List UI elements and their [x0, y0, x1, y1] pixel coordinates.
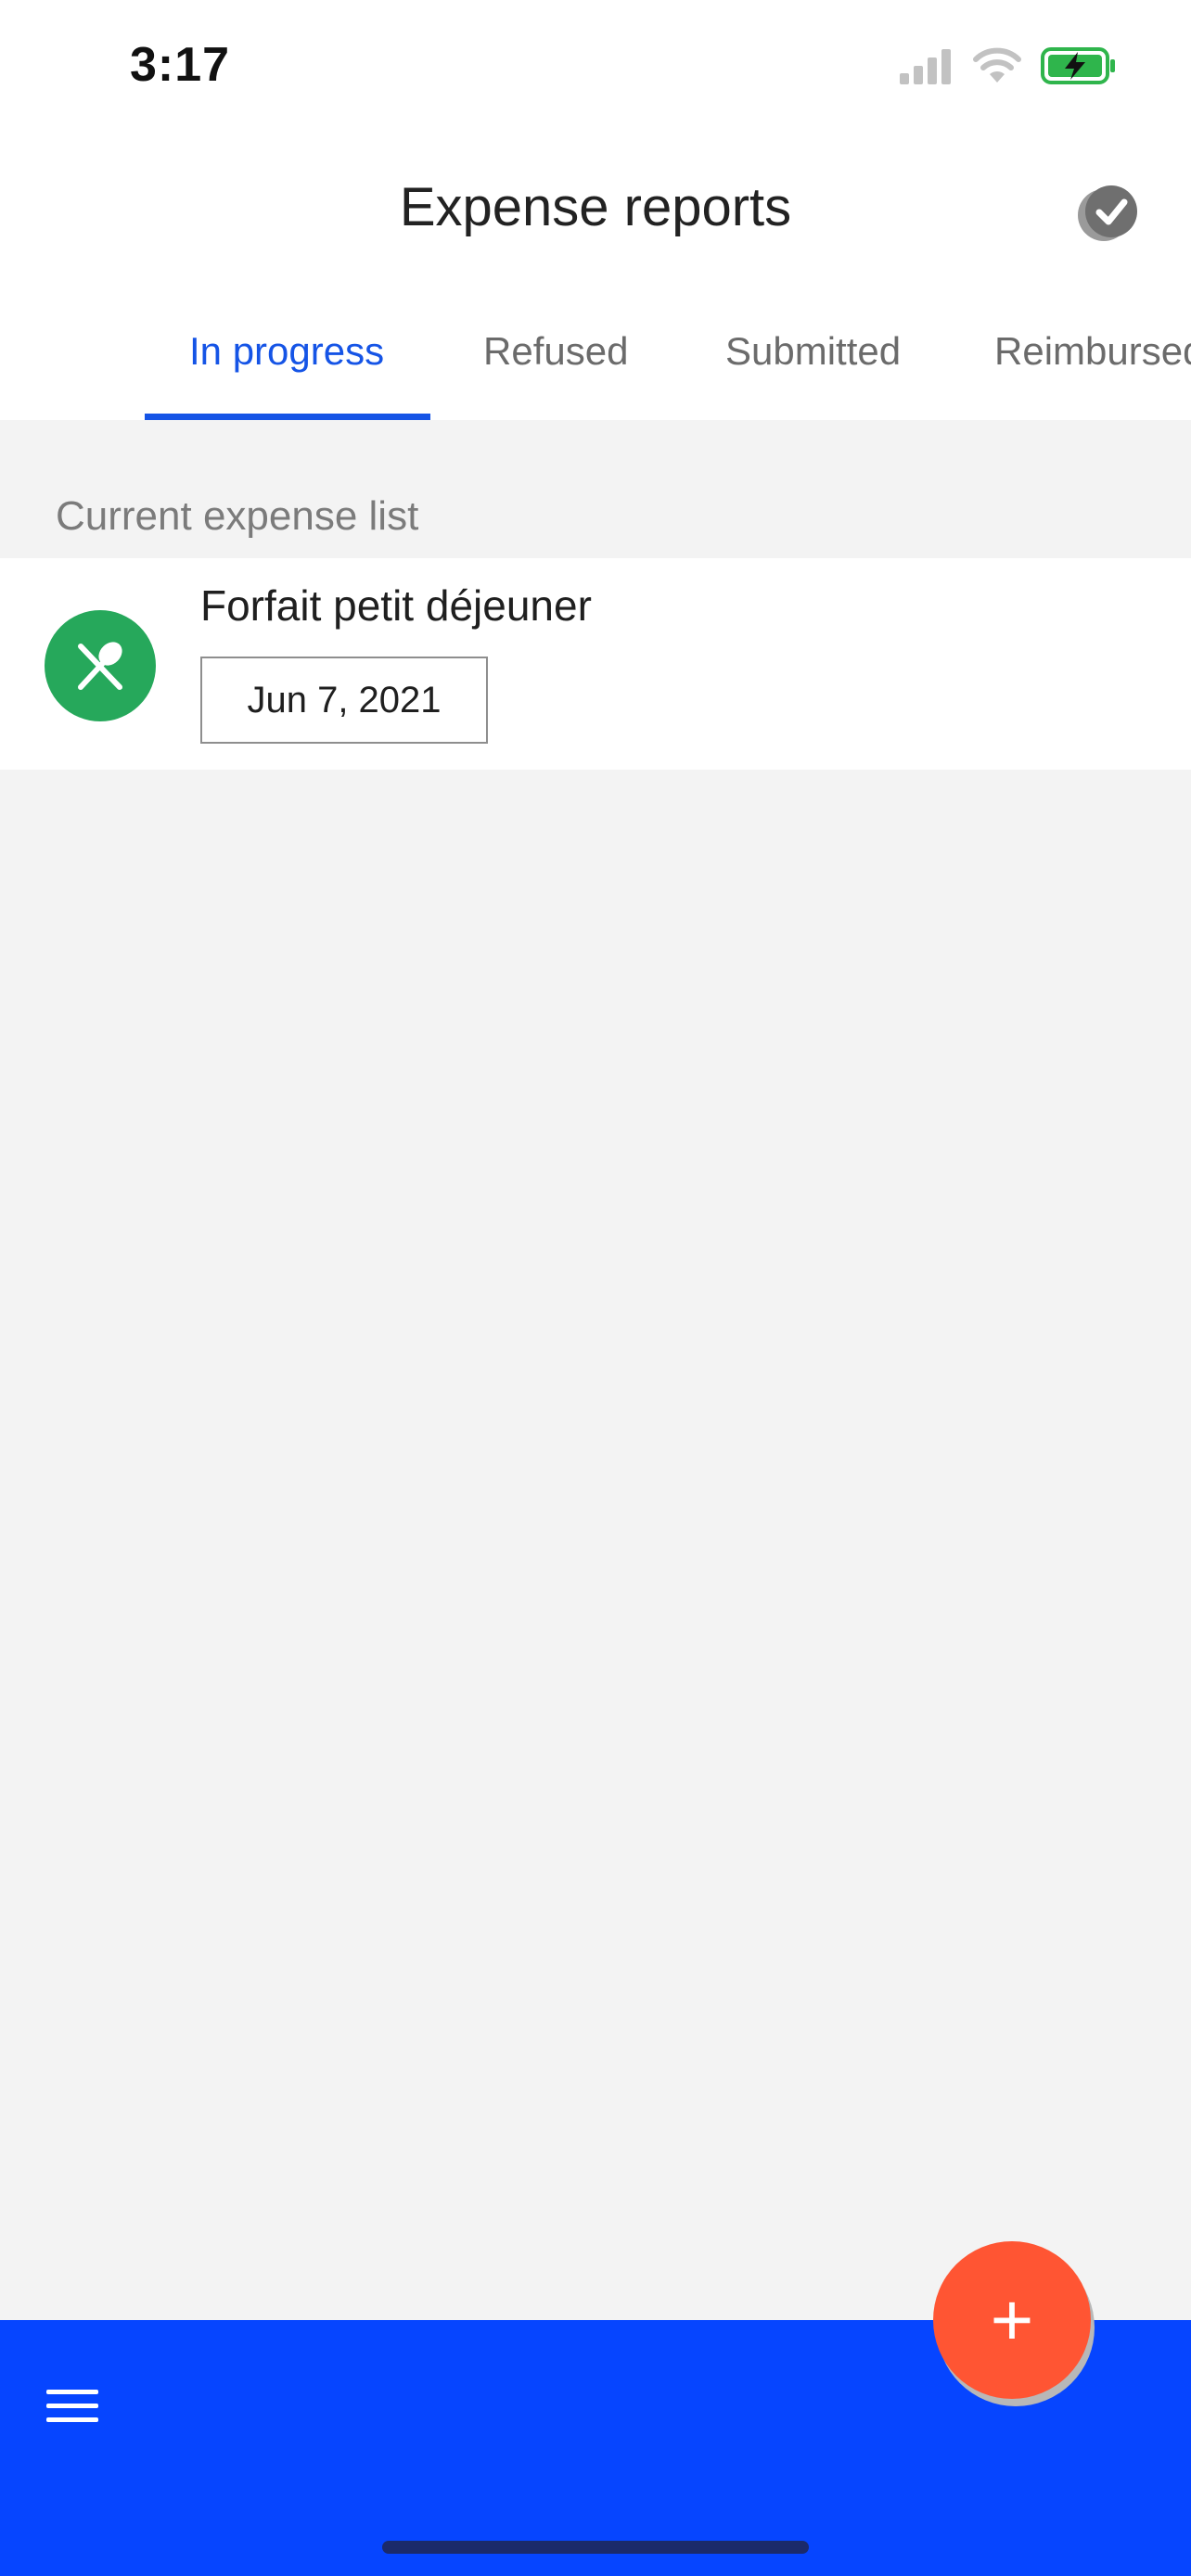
expense-date-chip: Jun 7, 2021	[200, 657, 488, 744]
status-time: 3:17	[130, 38, 231, 92]
expense-list-item[interactable]: Forfait petit déjeuner Jun 7, 2021	[0, 558, 1191, 770]
check-circle-icon	[1078, 185, 1137, 241]
tab-submitted[interactable]: Submitted	[725, 329, 901, 374]
status-icons	[898, 46, 1117, 85]
top-area: 3:17 Expense reports In progress Refused…	[0, 0, 1191, 420]
restaurant-icon	[78, 642, 122, 690]
tab-indicator	[145, 414, 430, 420]
screen: 3:17 Expense reports In progress Refused…	[0, 0, 1191, 2576]
approve-button[interactable]	[1070, 176, 1145, 250]
battery-charging-icon	[1041, 47, 1115, 84]
tab-reimbursed[interactable]: Reimbursed	[994, 329, 1191, 374]
tab-bar: In progress Refused Submitted Reimbursed	[0, 306, 1191, 420]
plus-icon: +	[990, 2278, 1034, 2361]
section-heading: Current expense list	[56, 493, 419, 539]
expense-category-badge	[45, 610, 156, 721]
wifi-icon	[973, 47, 1021, 83]
add-expense-button[interactable]: +	[933, 2241, 1091, 2399]
tab-in-progress[interactable]: In progress	[189, 329, 384, 374]
menu-icon	[46, 2389, 98, 2394]
page-title: Expense reports	[399, 177, 792, 237]
status-bar: 3:17	[0, 0, 1191, 130]
signal-icon	[900, 49, 951, 84]
header: Expense reports	[0, 158, 1191, 260]
home-indicator	[382, 2541, 809, 2554]
expense-title: Forfait petit déjeuner	[200, 581, 592, 630]
menu-button[interactable]	[46, 2378, 109, 2433]
tab-refused[interactable]: Refused	[483, 329, 628, 374]
